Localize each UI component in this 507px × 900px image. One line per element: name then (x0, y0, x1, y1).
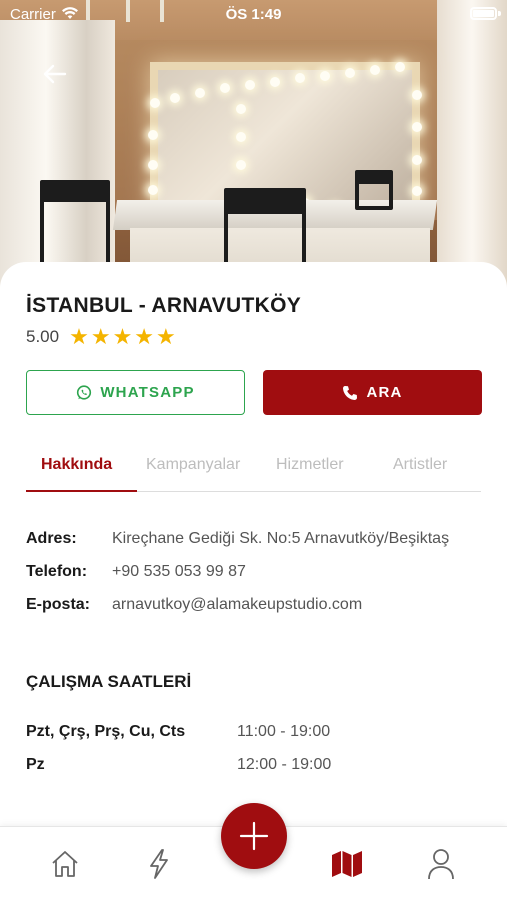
nav-home[interactable] (48, 847, 82, 881)
star-icon: ★ (134, 324, 155, 349)
hours-time: 12:00 - 19:00 (237, 756, 332, 773)
tab-services[interactable]: Hizmetler (276, 456, 344, 474)
phone-icon (343, 385, 358, 400)
whatsapp-button[interactable]: WHATSAPP (26, 370, 245, 415)
rating: 5.00 ★ ★ ★ ★ ★ (26, 326, 178, 348)
call-label: ARA (366, 384, 403, 401)
profile-icon (428, 849, 454, 880)
salon-cover-photo (0, 0, 507, 300)
battery-icon (470, 7, 497, 20)
email-label: E-posta: (26, 596, 90, 613)
active-tab-indicator (26, 490, 137, 492)
lightning-icon (150, 849, 168, 879)
arrow-left-icon (43, 64, 67, 84)
hours-days: Pz (26, 756, 45, 773)
call-button[interactable]: ARA (263, 370, 482, 415)
star-icon: ★ (69, 324, 89, 349)
back-button[interactable] (36, 58, 74, 90)
whatsapp-icon (77, 384, 92, 400)
tab-about[interactable]: Hakkında (41, 456, 112, 474)
salon-title: İSTANBUL - ARNAVUTKÖY (26, 294, 302, 317)
rating-score: 5.00 (26, 327, 60, 346)
nav-flash[interactable] (142, 847, 176, 881)
status-time: ÖS 1:49 (225, 6, 282, 23)
map-icon (332, 851, 362, 877)
nav-profile[interactable] (424, 847, 458, 881)
nav-map[interactable] (330, 847, 364, 881)
star-icon: ★ (156, 324, 176, 349)
address-value: Kireçhane Gediği Sk. No:5 Arnavutköy/Beş… (112, 530, 450, 547)
working-hours-title: ÇALIŞMA SAATLERİ (26, 672, 192, 691)
phone-value[interactable]: +90 535 053 99 87 (112, 563, 246, 581)
home-icon (52, 851, 78, 877)
tab-campaigns[interactable]: Kampanyalar (146, 456, 240, 474)
add-icon (239, 821, 269, 851)
phone-label: Telefon: (26, 563, 88, 580)
tab-artists[interactable]: Artistler (393, 456, 447, 474)
whatsapp-label: WHATSAPP (100, 384, 195, 401)
email-value[interactable]: arnavutkoy@alamakeupstudio.com (112, 596, 362, 614)
address-label: Adres: (26, 530, 77, 547)
star-icon: ★ (112, 324, 133, 349)
status-bar: Carrier ÖS 1:49 (0, 0, 507, 28)
add-button[interactable] (221, 803, 287, 869)
hours-time: 11:00 - 19:00 (237, 723, 331, 740)
hours-days: Pzt, Çrş, Prş, Cu, Cts (26, 723, 186, 740)
salon-detail-sheet: İSTANBUL - ARNAVUTKÖY 5.00 ★ ★ ★ ★ ★ WHA… (0, 262, 507, 826)
detail-tabs: Hakkında Kampanyalar Hizmetler Artistler (26, 450, 481, 492)
star-icon: ★ (90, 324, 111, 349)
